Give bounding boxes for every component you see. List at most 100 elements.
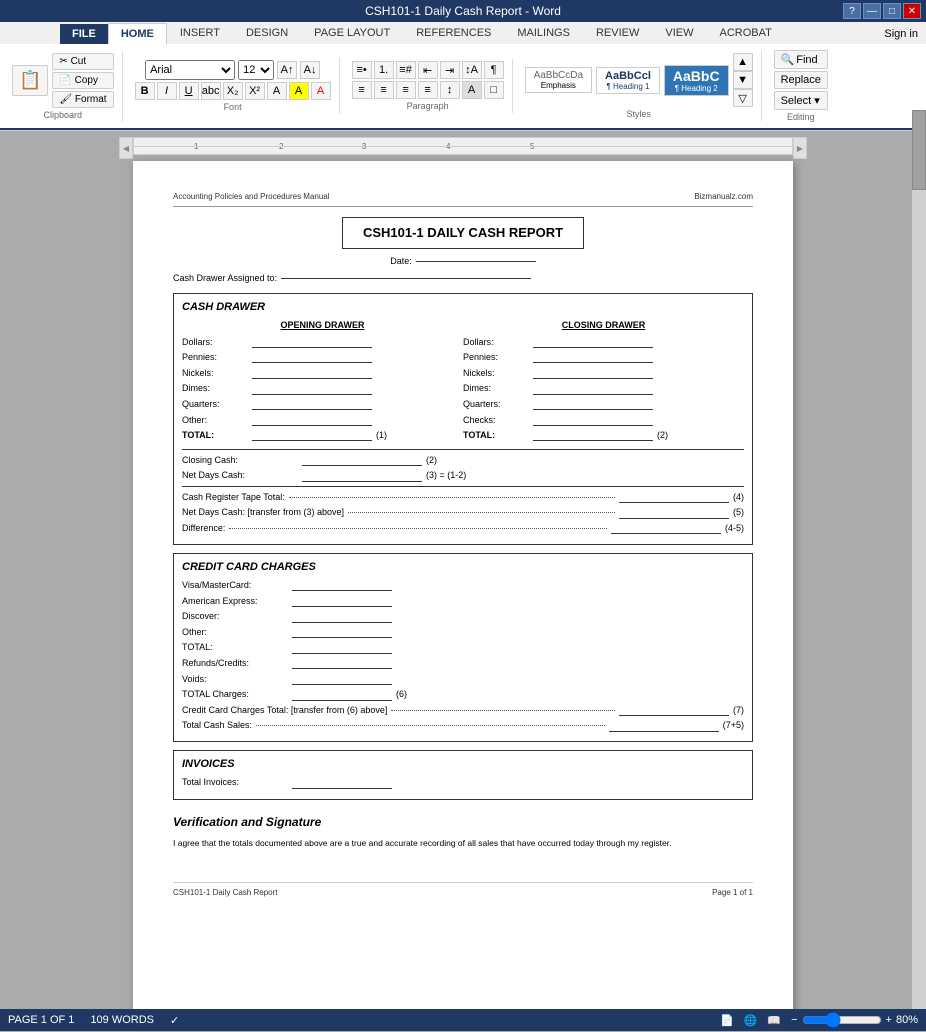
- align-right-btn[interactable]: ≡: [396, 81, 416, 99]
- font-face-select[interactable]: Arial: [145, 60, 235, 80]
- tab-mailings[interactable]: MAILINGS: [504, 22, 583, 44]
- tab-home[interactable]: HOME: [108, 23, 167, 44]
- numbering-btn[interactable]: 1.: [374, 61, 394, 79]
- ribbon-tabs: FILE HOME INSERT DESIGN PAGE LAYOUT REFE…: [0, 22, 926, 44]
- minimize-btn[interactable]: —: [863, 3, 881, 19]
- close-total-field[interactable]: [533, 429, 653, 441]
- tab-insert[interactable]: INSERT: [167, 22, 233, 44]
- net-days-field[interactable]: [302, 470, 422, 482]
- align-left-btn[interactable]: ≡: [352, 81, 372, 99]
- bold-button[interactable]: B: [135, 82, 155, 100]
- superscript-btn[interactable]: X²: [245, 82, 265, 100]
- view-print-icon[interactable]: 📄: [720, 1014, 734, 1027]
- refunds-field[interactable]: [292, 657, 392, 669]
- open-total-field[interactable]: [252, 429, 372, 441]
- open-pennies-field[interactable]: [252, 351, 372, 363]
- shading-btn[interactable]: A: [462, 81, 482, 99]
- total-invoices-field[interactable]: [292, 777, 392, 789]
- font-size-select[interactable]: 12: [238, 60, 274, 80]
- discover-field[interactable]: [292, 611, 392, 623]
- strikethrough-btn[interactable]: abc: [201, 82, 221, 100]
- open-other-field[interactable]: [252, 414, 372, 426]
- style-heading1[interactable]: AaBbCcl ¶ Heading 1: [596, 67, 660, 94]
- style-emphasis[interactable]: AaBbCcDa Emphasis: [525, 67, 592, 93]
- borders-btn[interactable]: □: [484, 81, 504, 99]
- help-btn[interactable]: ?: [843, 3, 861, 19]
- open-nickels-field[interactable]: [252, 367, 372, 379]
- tab-view[interactable]: VIEW: [652, 22, 706, 44]
- tab-file[interactable]: FILE: [60, 24, 108, 44]
- tab-page-layout[interactable]: PAGE LAYOUT: [301, 22, 403, 44]
- cash-sales-field[interactable]: [609, 720, 719, 732]
- tab-references[interactable]: REFERENCES: [403, 22, 504, 44]
- cut-button[interactable]: ✂ Cut: [52, 53, 113, 70]
- net-days2-field[interactable]: [619, 507, 729, 519]
- bullets-btn[interactable]: ≡•: [352, 61, 372, 79]
- show-formatting-btn[interactable]: ¶: [484, 61, 504, 79]
- italic-button[interactable]: I: [157, 82, 177, 100]
- zoom-slider[interactable]: [802, 1012, 882, 1028]
- invoices-section: INVOICES Total Invoices:: [173, 750, 753, 800]
- maximize-btn[interactable]: □: [883, 3, 901, 19]
- copy-button[interactable]: 📄 Copy: [52, 72, 113, 89]
- close-nickels-field[interactable]: [533, 367, 653, 379]
- view-read-icon[interactable]: 📖: [767, 1014, 781, 1027]
- replace-button[interactable]: Replace: [774, 71, 828, 89]
- format-painter-button[interactable]: 🖌 Format: [52, 91, 113, 108]
- difference-field[interactable]: [611, 522, 721, 534]
- clear-format-btn[interactable]: A: [267, 82, 287, 100]
- close-checks-field[interactable]: [533, 414, 653, 426]
- highlight-btn[interactable]: A: [289, 82, 309, 100]
- close-dimes-field[interactable]: [533, 383, 653, 395]
- select-button[interactable]: Select ▾: [774, 91, 828, 110]
- font-shrink-btn[interactable]: A↓: [300, 61, 320, 79]
- open-dollars-field[interactable]: [252, 336, 372, 348]
- styles-scroll-up[interactable]: ▲: [733, 53, 753, 71]
- font-grow-btn[interactable]: A↑: [277, 61, 297, 79]
- decrease-indent-btn[interactable]: ⇤: [418, 61, 438, 79]
- tape-field[interactable]: [619, 491, 729, 503]
- underline-button[interactable]: U: [179, 82, 199, 100]
- tab-review[interactable]: REVIEW: [583, 22, 652, 44]
- find-button[interactable]: 🔍 Find: [774, 50, 828, 69]
- verification-text: I agree that the totals documented above…: [173, 837, 753, 850]
- paste-button[interactable]: 📋: [12, 65, 48, 96]
- view-web-icon[interactable]: 🌐: [744, 1014, 758, 1027]
- cc-other-field[interactable]: [292, 626, 392, 638]
- scroll-thumb[interactable]: [912, 110, 926, 190]
- align-center-btn[interactable]: ≡: [374, 81, 394, 99]
- amex-field[interactable]: [292, 595, 392, 607]
- font-color-btn[interactable]: A: [311, 82, 331, 100]
- style-heading2[interactable]: AaBbC ¶ Heading 2: [664, 65, 729, 96]
- date-field[interactable]: [416, 261, 536, 262]
- close-pennies-field[interactable]: [533, 351, 653, 363]
- zoom-out-btn[interactable]: −: [791, 1014, 797, 1026]
- zoom-in-btn[interactable]: +: [886, 1014, 892, 1026]
- cc-total-field[interactable]: [292, 642, 392, 654]
- line-spacing-btn[interactable]: ↕: [440, 81, 460, 99]
- increase-indent-btn[interactable]: ⇥: [440, 61, 460, 79]
- multilevel-btn[interactable]: ≡#: [396, 61, 416, 79]
- styles-scroll-down[interactable]: ▼: [733, 71, 753, 89]
- close-dollars-field[interactable]: [533, 336, 653, 348]
- total-charges-field[interactable]: [292, 689, 392, 701]
- drawer-field[interactable]: [281, 278, 531, 279]
- close-btn[interactable]: ✕: [903, 3, 921, 19]
- vertical-scrollbar[interactable]: [912, 110, 926, 1009]
- cc-charges-field[interactable]: [619, 704, 729, 716]
- page-header: Accounting Policies and Procedures Manua…: [173, 191, 753, 207]
- tab-acrobat[interactable]: ACROBAT: [706, 22, 784, 44]
- visa-field[interactable]: [292, 579, 392, 591]
- subscript-btn[interactable]: X₂: [223, 82, 243, 100]
- sort-btn[interactable]: ↕A: [462, 61, 482, 79]
- tab-design[interactable]: DESIGN: [233, 22, 301, 44]
- close-quarters-field[interactable]: [533, 398, 653, 410]
- open-dimes-field[interactable]: [252, 383, 372, 395]
- cash-sales-row: Total Cash Sales: (7+5): [182, 719, 744, 732]
- open-quarters-field[interactable]: [252, 398, 372, 410]
- closing-cash-field[interactable]: [302, 454, 422, 466]
- voids-field[interactable]: [292, 673, 392, 685]
- justify-btn[interactable]: ≡: [418, 81, 438, 99]
- styles-more[interactable]: ▽: [733, 89, 753, 107]
- sign-in[interactable]: Sign in: [876, 24, 926, 44]
